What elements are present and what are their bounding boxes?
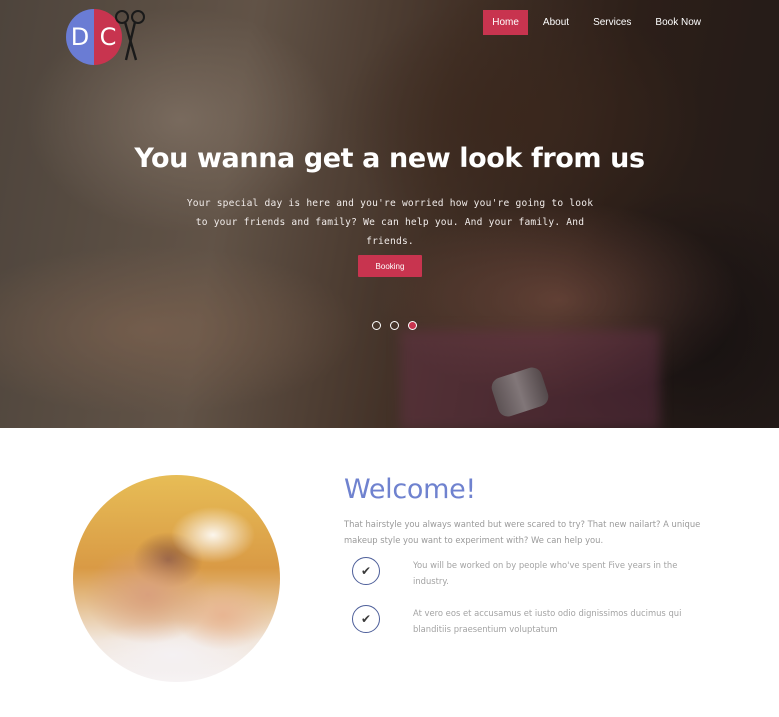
spa-photo: [73, 475, 280, 682]
feature-text: At vero eos et accusamus et iusto odio d…: [413, 608, 682, 634]
welcome-title: Welcome!: [344, 474, 476, 505]
booking-button[interactable]: Booking: [358, 255, 422, 277]
welcome-intro: That hairstyle you always wanted but wer…: [344, 519, 701, 545]
hero-title: You wanna get a new look from us: [134, 143, 645, 174]
feature-item: ✔ At vero eos et accusamus et iusto odio…: [352, 605, 683, 637]
scissors-icon: [115, 10, 145, 61]
feature-item: ✔ You will be worked on by people who've…: [352, 557, 683, 589]
slider-dot-3[interactable]: [408, 321, 417, 330]
hero-subtitle: Your special day is here and you're worr…: [186, 198, 594, 247]
main-nav: Home About Services Book Now: [483, 10, 710, 35]
feature-text: You will be worked on by people who've s…: [413, 560, 678, 586]
check-icon: ✔: [352, 557, 380, 585]
slider-dot-1[interactable]: [372, 321, 381, 330]
nav-book-now[interactable]: Book Now: [646, 10, 710, 35]
slider-dot-2[interactable]: [390, 321, 399, 330]
check-icon: ✔: [352, 605, 380, 633]
nav-services[interactable]: Services: [584, 10, 640, 35]
slider-dots: [372, 321, 417, 330]
nav-home[interactable]: Home: [483, 10, 528, 35]
nav-about[interactable]: About: [534, 10, 578, 35]
